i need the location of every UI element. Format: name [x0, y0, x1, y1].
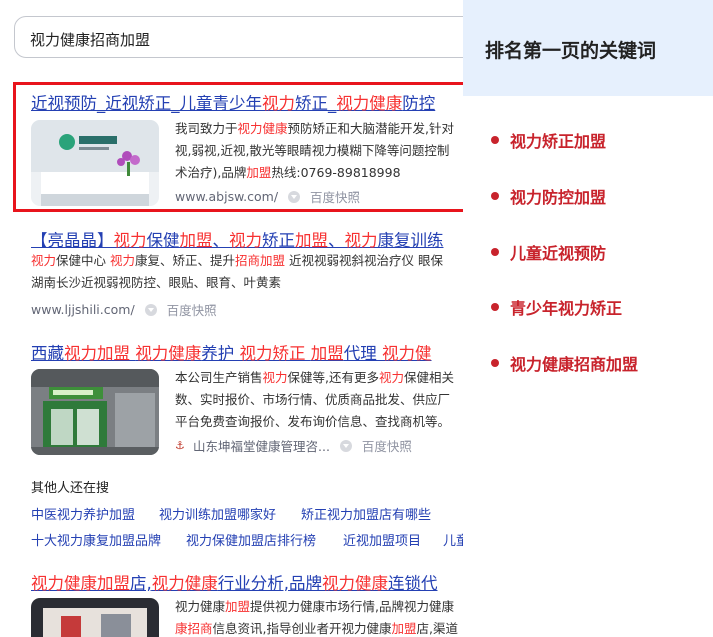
search-input[interactable]: 视力健康招商加盟 — [14, 16, 463, 58]
search-query: 视力健康招商加盟 — [30, 31, 151, 49]
related-search-link[interactable]: 十大视力康复加盟品牌 — [31, 530, 161, 549]
keyword-item: 视力防控加盟 — [491, 184, 606, 208]
result-url[interactable]: www.ljjshili.com/ — [31, 302, 135, 317]
related-search-link[interactable]: 近视加盟项目 — [343, 530, 421, 549]
bullet-icon — [491, 192, 499, 200]
bullet-icon — [491, 303, 499, 311]
result-title[interactable]: 【亮晶晶】视力保健加盟、视力矫正加盟、视力康复训练 — [31, 227, 444, 251]
site-favicon-icon: ⚓ — [175, 438, 185, 452]
result-thumbnail[interactable] — [31, 120, 159, 206]
related-search-link[interactable]: 视力训练加盟哪家好 — [159, 504, 276, 523]
result-snippet: 视力健康加盟提供视力健康市场行情,品牌视力健康 康招商信息资讯,指导创业者开视力… — [175, 599, 459, 636]
related-searches-label: 其他人还在搜 — [31, 481, 110, 496]
result-meta: ⚓ 山东坤福堂健康管理咨... 百度快照 — [175, 436, 412, 455]
related-search-link[interactable]: 矫正视力加盟店有哪些 — [301, 504, 431, 523]
snapshot-link[interactable]: 百度快照 — [310, 187, 360, 206]
result-thumbnail[interactable] — [31, 598, 159, 637]
keyword-sidebar: 排名第一页的关键词 视力矫正加盟 视力防控加盟 儿童近视预防 青少年视力矫正 视… — [463, 0, 713, 637]
dropdown-icon[interactable] — [339, 439, 352, 452]
sidebar-header: 排名第一页的关键词 — [463, 0, 713, 96]
related-search-link[interactable]: 视力保健加盟店排行榜 — [186, 530, 316, 549]
search-results-panel: 视力健康招商加盟 近视预防_近视矫正_儿童青少年视力矫正_视力健康防控 我司致力… — [0, 0, 463, 637]
result-title[interactable]: 视力健康加盟店,视力健康行业分析,品牌视力健康连锁代 — [31, 570, 438, 594]
result-snippet: 本公司生产销售视力保健等,还有更多视力保健相关 数、实时报价、市场行情、优质商品… — [175, 370, 455, 429]
keyword-item: 视力健康招商加盟 — [491, 351, 638, 375]
keyword-item: 视力矫正加盟 — [491, 128, 606, 152]
result-meta: www.ljjshili.com/ 百度快照 — [31, 300, 217, 319]
result-meta: www.abjsw.com/ 百度快照 — [175, 187, 360, 206]
related-search-link[interactable]: 中医视力养护加盟 — [31, 504, 135, 523]
related-search-link[interactable]: 儿童 — [443, 530, 463, 549]
snapshot-link[interactable]: 百度快照 — [362, 436, 412, 455]
sidebar-title: 排名第一页的关键词 — [485, 40, 657, 62]
snapshot-link[interactable]: 百度快照 — [167, 300, 217, 319]
dropdown-icon[interactable] — [144, 303, 157, 316]
result-title[interactable]: 西藏视力加盟 视力健康养护 视力矫正 加盟代理 视力健 — [31, 340, 432, 364]
result-thumbnail[interactable] — [31, 369, 159, 455]
bullet-icon — [491, 248, 499, 256]
bullet-icon — [491, 359, 499, 367]
result-snippet: 视力保健中心 视力康复、矫正、提升招商加盟 近视视弱视斜视治疗仪 眼保 湖南长沙… — [31, 253, 443, 290]
result-url[interactable]: www.abjsw.com/ — [175, 189, 278, 204]
keyword-item: 儿童近视预防 — [491, 240, 606, 264]
result-source[interactable]: 山东坤福堂健康管理咨... — [193, 436, 330, 455]
keyword-item: 青少年视力矫正 — [491, 295, 622, 319]
result-snippet: 我司致力于视力健康预防矫正和大脑潜能开发,针对 视,弱视,近视,散光等眼睛视力模… — [175, 121, 455, 180]
result-title[interactable]: 近视预防_近视矫正_儿童青少年视力矫正_视力健康防控 — [31, 90, 435, 114]
dropdown-icon[interactable] — [288, 190, 301, 203]
bullet-icon — [491, 136, 499, 144]
